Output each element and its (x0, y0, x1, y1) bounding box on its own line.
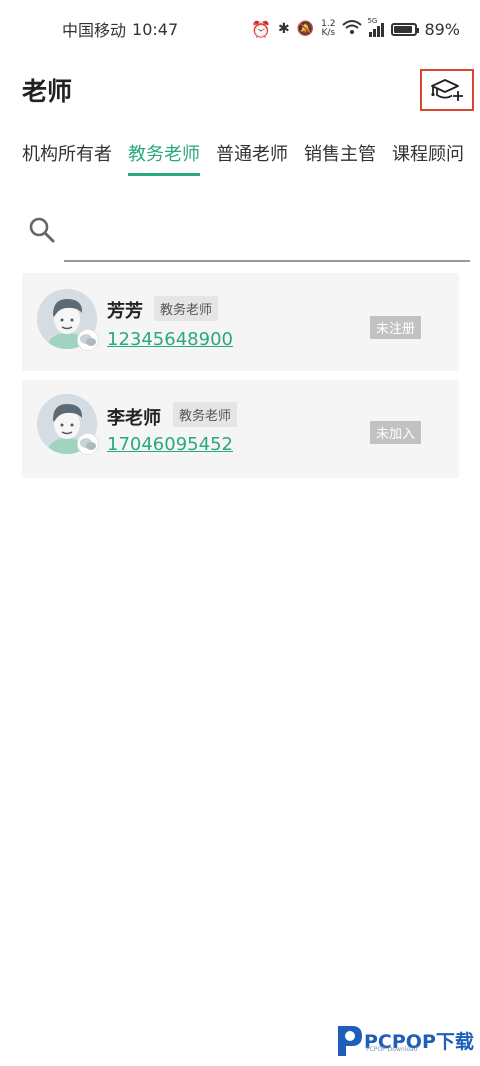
graduation-cap-plus-icon (431, 79, 463, 101)
role-tag: 教务老师 (154, 296, 219, 321)
watermark-logo: PCPOP下载 PCPOP Download (334, 1022, 474, 1058)
add-teacher-button[interactable] (420, 69, 474, 111)
teacher-page: 中国移动 10:47 ⏰ ✱ 🔕 1.2 K/s 5G 89% 老师 机构所有者… (0, 0, 480, 1066)
role-tabs: 机构所有者 教务老师 普通老师 销售主管 课程顾问 (22, 140, 464, 176)
status-badge: 未注册 (369, 316, 421, 339)
wifi-icon (342, 19, 363, 39)
status-right: ⏰ ✱ 🔕 1.2 K/s 5G 89% (251, 17, 460, 39)
status-bar: 中国移动 10:47 ⏰ ✱ 🔕 1.2 K/s 5G 89% (0, 0, 480, 58)
network-speed: 1.2 K/s (321, 20, 335, 38)
mute-bell-icon: 🔕 (296, 21, 315, 37)
cell-signal-icon: 5G (367, 17, 385, 37)
status-badge: 未加入 (369, 421, 421, 444)
tab-sales-manager[interactable]: 销售主管 (304, 140, 376, 174)
search-bar (28, 208, 470, 262)
wechat-icon (77, 433, 99, 455)
carrier-name: 中国移动 (62, 21, 127, 40)
watermark-sub: PCPOP Download (366, 1046, 418, 1053)
teacher-name: 李老师 (107, 408, 161, 429)
tab-institution-owner[interactable]: 机构所有者 (22, 140, 112, 174)
page-title: 老师 (22, 77, 73, 106)
bluetooth-icon: ✱ (277, 21, 290, 37)
teacher-phone-link[interactable]: 17046095452 (107, 434, 233, 455)
header: 老师 (22, 68, 474, 112)
search-icon[interactable] (28, 216, 56, 244)
speed-unit: K/s (321, 28, 336, 38)
search-input[interactable] (64, 208, 470, 262)
signal-label: 5G (367, 17, 378, 25)
clock: 10:47 (132, 19, 179, 39)
alarm-icon: ⏰ (251, 19, 271, 39)
role-tag: 教务老师 (173, 402, 238, 427)
teacher-card[interactable]: 李老师 教务老师 17046095452 未加入 (22, 380, 459, 478)
battery-percent: 89% (424, 19, 460, 39)
battery-icon (391, 22, 420, 36)
tab-regular-teacher[interactable]: 普通老师 (216, 140, 288, 174)
pcpop-logo-icon (338, 1026, 362, 1056)
wechat-icon (77, 329, 99, 351)
tab-academic-teacher[interactable]: 教务老师 (128, 140, 200, 176)
teacher-name: 芳芳 (107, 301, 143, 322)
teacher-phone-link[interactable]: 12345648900 (107, 329, 233, 350)
status-left: 中国移动 10:47 (62, 17, 178, 41)
tab-course-consultant[interactable]: 课程顾问 (392, 140, 464, 174)
teacher-card[interactable]: 芳芳 教务老师 12345648900 未注册 (22, 273, 459, 371)
